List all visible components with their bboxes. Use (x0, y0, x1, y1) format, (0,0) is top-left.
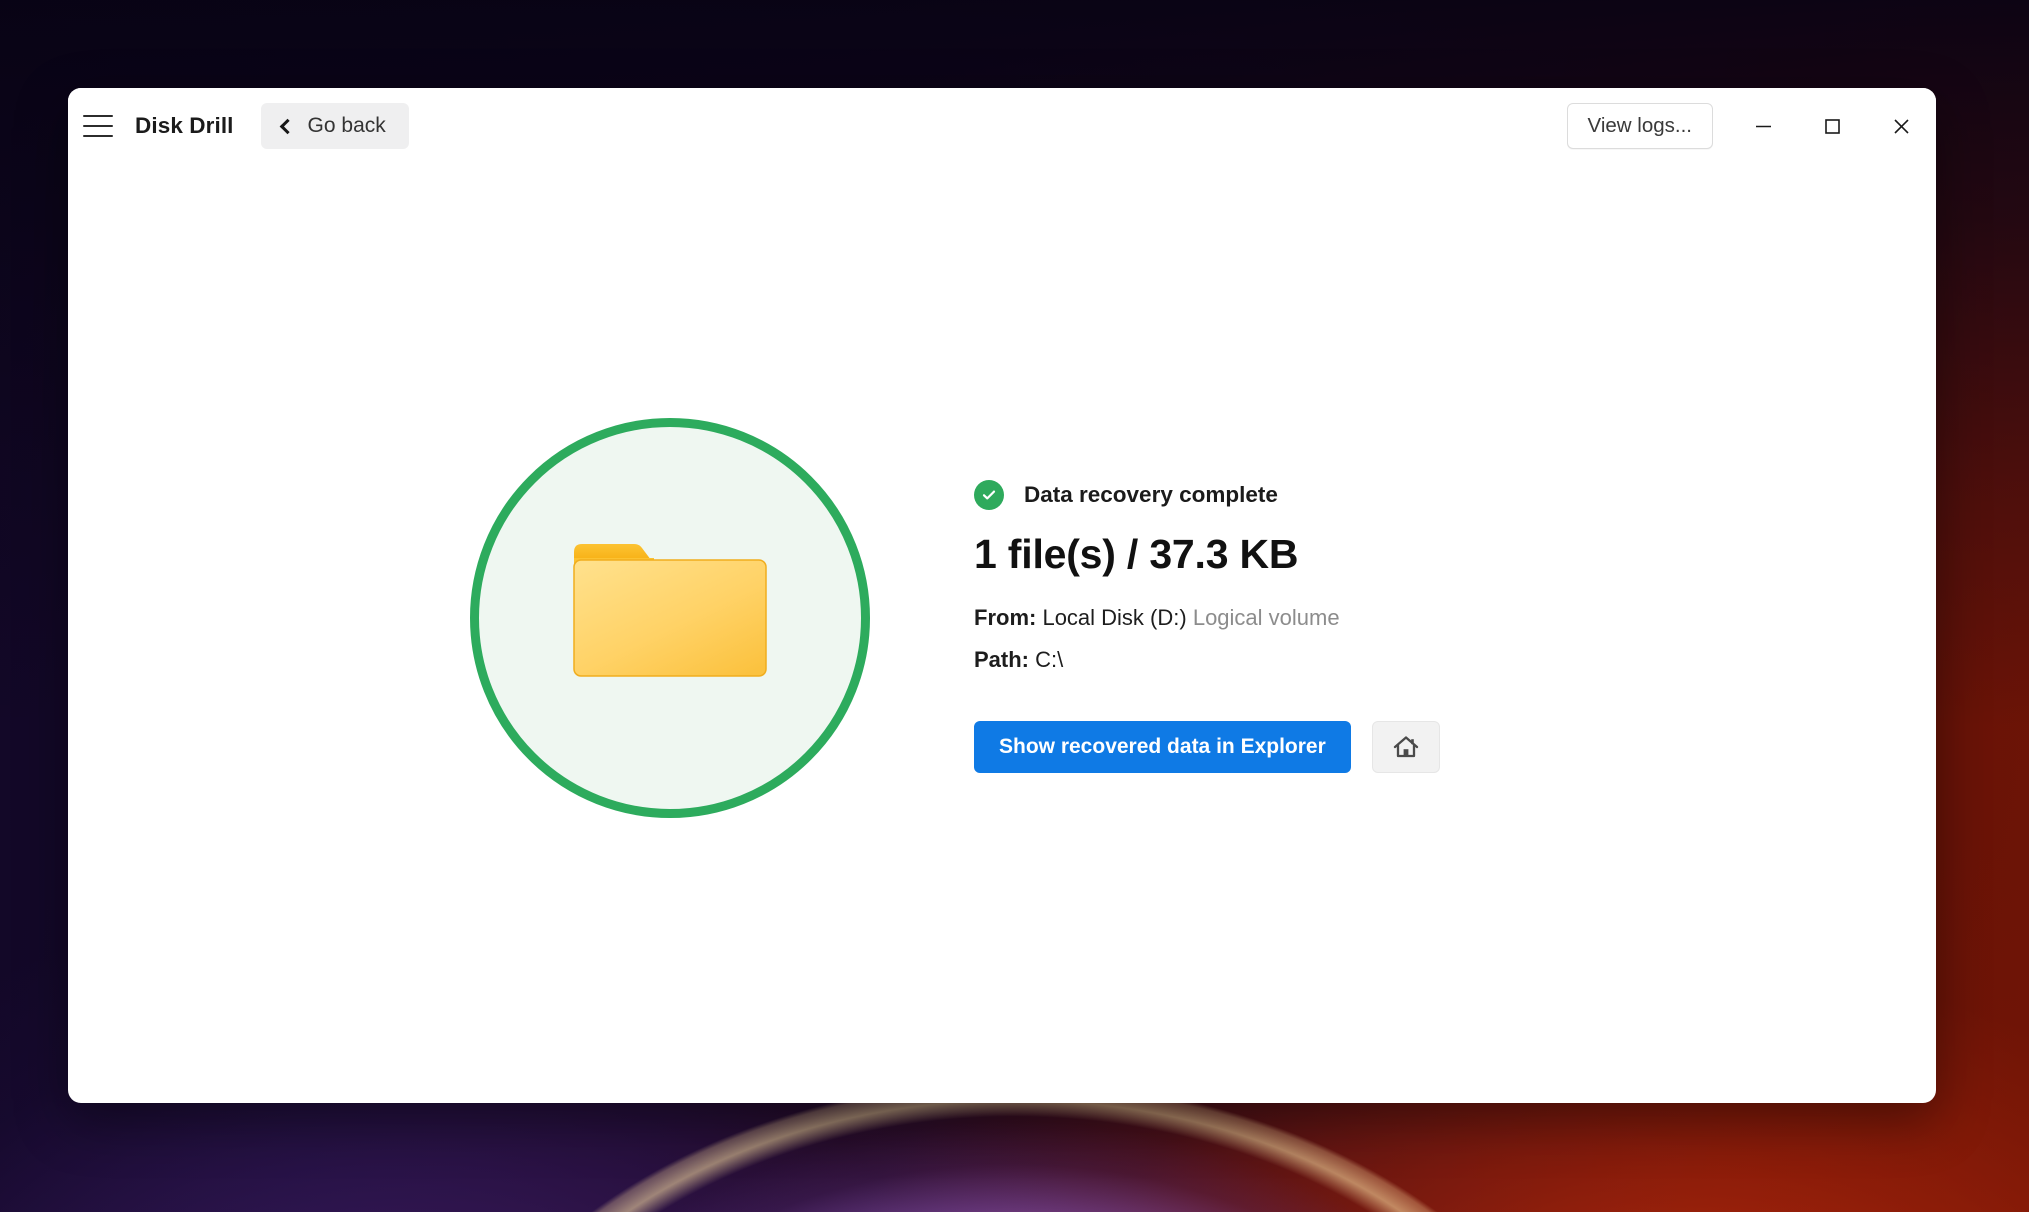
minimize-icon[interactable] (1729, 88, 1798, 164)
action-row: Show recovered data in Explorer (974, 721, 1440, 773)
recovery-info: Data recovery complete 1 file(s) / 37.3 … (974, 418, 1440, 773)
hamburger-line (83, 135, 113, 137)
home-button[interactable] (1371, 721, 1440, 773)
check-circle-icon (974, 480, 1004, 510)
window-controls (1729, 88, 1936, 164)
status-row: Data recovery complete (974, 480, 1440, 510)
maximize-icon[interactable] (1798, 88, 1867, 164)
hamburger-line (83, 125, 113, 127)
app-title: Disk Drill (135, 113, 234, 138)
folder-illustration (470, 418, 870, 818)
go-back-button[interactable]: Go back (260, 103, 409, 149)
hamburger-menu-icon[interactable] (83, 115, 113, 137)
detail-path-value: C:\ (1035, 647, 1064, 672)
chevron-left-icon (279, 118, 295, 134)
show-recovered-data-button[interactable]: Show recovered data in Explorer (974, 721, 1351, 773)
folder-icon (573, 544, 767, 677)
go-back-label: Go back (307, 114, 386, 137)
status-badge: Data recovery complete (1024, 482, 1278, 507)
detail-path: Path: C:\ (974, 647, 1440, 673)
recovery-summary: Data recovery complete 1 file(s) / 37.3 … (470, 418, 1440, 818)
desktop-wallpaper: Disk Drill Go back View logs... Data rec… (0, 0, 2029, 1212)
detail-path-label: Path: (974, 647, 1029, 672)
detail-from-value: Local Disk (D:) (1042, 605, 1187, 630)
detail-from-suffix: Logical volume (1192, 605, 1340, 630)
detail-from-label: From: (974, 605, 1037, 630)
detail-from: From: Local Disk (D:) Logical volume (974, 605, 1440, 631)
recovery-headline: 1 file(s) / 37.3 KB (974, 531, 1299, 577)
titlebar: Disk Drill Go back View logs... (68, 88, 1936, 164)
main-content: Data recovery complete 1 file(s) / 37.3 … (68, 164, 1936, 1103)
disk-drill-window: Disk Drill Go back View logs... Data rec… (68, 88, 1936, 1103)
titlebar-right-group: View logs... (1566, 88, 1936, 164)
hamburger-line (83, 115, 113, 117)
close-icon[interactable] (1867, 88, 1936, 164)
home-icon (1393, 736, 1418, 758)
view-logs-button[interactable]: View logs... (1566, 103, 1713, 149)
